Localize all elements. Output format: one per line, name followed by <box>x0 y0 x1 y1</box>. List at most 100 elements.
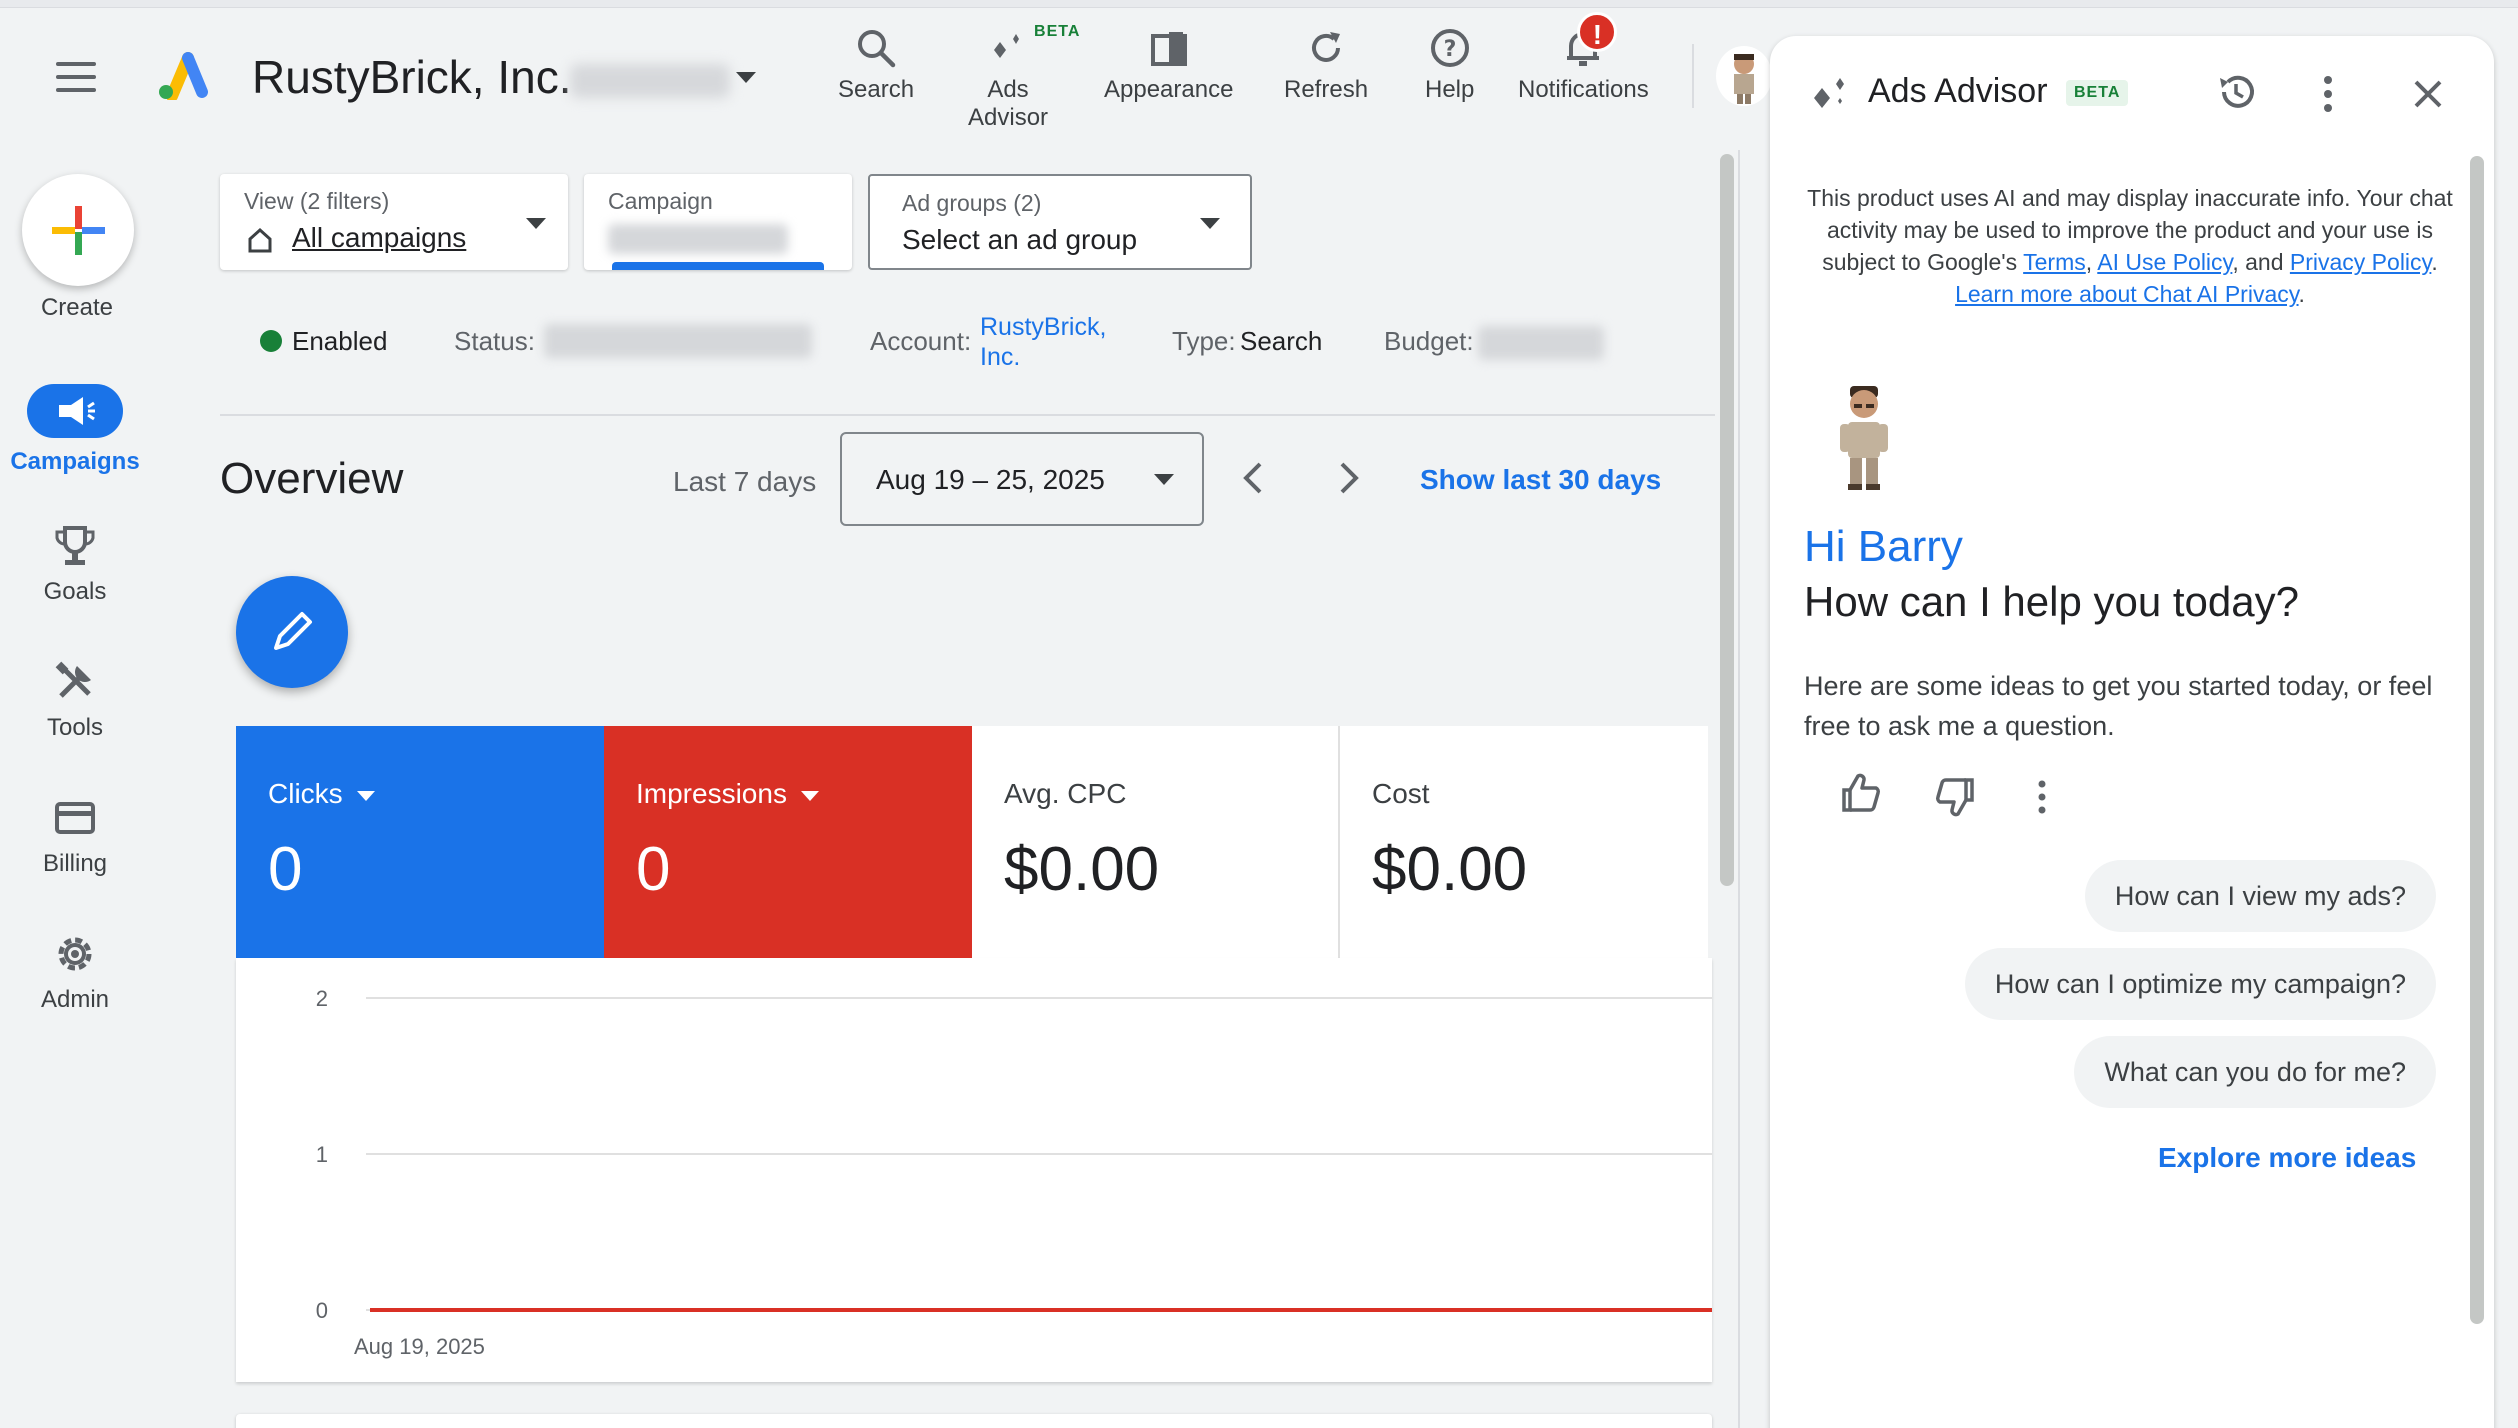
explore-more-ideas-link[interactable]: Explore more ideas <box>2158 1142 2416 1174</box>
next-card-edge <box>236 1414 1712 1428</box>
help-icon: ? <box>1430 29 1469 67</box>
user-avatar[interactable] <box>1716 46 1772 106</box>
enabled-status: Enabled <box>292 326 388 356</box>
tools-icon <box>55 661 91 698</box>
metric-clicks-label-text: Clicks <box>268 778 343 809</box>
view-filter-caret-icon <box>526 218 546 229</box>
view-filter-label: View (2 filters) <box>244 188 390 214</box>
metric-impressions-label: Impressions <box>636 778 819 810</box>
trophy-icon <box>55 526 95 565</box>
home-icon <box>248 227 272 253</box>
chart-y-tick-label: 2 <box>316 986 328 1011</box>
chart-x-tick-label: Aug 19, 2025 <box>354 1334 485 1359</box>
response-more-options-icon[interactable] <box>2032 778 2052 818</box>
thumbs-down-icon[interactable] <box>1934 776 1976 818</box>
ai-use-policy-link[interactable]: AI Use Policy <box>2097 249 2232 275</box>
ad-groups-dropdown[interactable]: Ad groups (2) Select an ad group <box>868 174 1252 270</box>
chat-ai-privacy-link[interactable]: Learn more about Chat AI Privacy <box>1955 281 2298 307</box>
refresh-icon <box>1312 32 1341 62</box>
nav-campaigns[interactable]: Campaigns <box>0 384 150 476</box>
show-last-30-days-link[interactable]: Show last 30 days <box>1420 464 1661 496</box>
more-options-icon[interactable] <box>2316 72 2340 116</box>
view-filter-dropdown[interactable]: View (2 filters) All campaigns <box>220 174 568 270</box>
type-value: Search <box>1240 326 1323 356</box>
privacy-policy-link[interactable]: Privacy Policy <box>2290 249 2431 275</box>
nav-goals[interactable]: Goals <box>0 522 150 606</box>
appearance-label: Appearance <box>1104 76 1234 103</box>
metric-cost[interactable]: Cost $0.00 <box>1340 726 1708 958</box>
appearance-icon <box>1150 32 1187 66</box>
assistant-user-avatar <box>1840 386 1888 490</box>
nav-tools-label: Tools <box>46 714 104 741</box>
nav-campaigns-pill <box>27 384 123 438</box>
header-appearance-button[interactable]: Appearance <box>1104 26 1233 104</box>
next-period-chevron-icon[interactable] <box>1334 458 1364 498</box>
ad-groups-label: Ad groups (2) <box>902 190 1042 216</box>
thumbs-up-icon[interactable] <box>1840 772 1882 814</box>
main-scrollbar-thumb[interactable] <box>1720 154 1734 886</box>
date-range-label: Last 7 days <box>673 466 817 497</box>
terms-link[interactable]: Terms <box>2023 249 2086 275</box>
account-switcher-caret-icon[interactable] <box>736 72 756 83</box>
chart-y-tick-label: 0 <box>316 1298 328 1323</box>
create-button[interactable] <box>22 174 134 286</box>
previous-period-chevron-icon[interactable] <box>1238 458 1268 498</box>
date-range-picker[interactable]: Aug 19 – 25, 2025 <box>840 432 1204 526</box>
ads-advisor-label-line1: Ads <box>987 76 1029 103</box>
metric-avg-cpc-value: $0.00 <box>1004 835 1160 904</box>
nav-tools[interactable]: Tools <box>0 658 150 742</box>
close-icon[interactable] <box>2408 74 2448 114</box>
metric-cost-value: $0.00 <box>1372 835 1528 904</box>
header-ads-advisor-button[interactable]: BETA Ads Advisor <box>968 23 1079 132</box>
header-notifications-button[interactable]: ! Notifications <box>1518 12 1649 104</box>
date-range-value: Aug 19 – 25, 2025 <box>876 464 1105 495</box>
performance-chart: 2 1 0 Aug 19, 2025 <box>316 986 1712 1359</box>
assistant-greeting: Hi Barry <box>1804 522 1963 571</box>
metric-impressions[interactable]: Impressions 0 <box>604 726 972 958</box>
nav-admin[interactable]: Admin <box>0 930 150 1014</box>
megaphone-icon <box>59 397 95 425</box>
budget-label: Budget: <box>1384 326 1474 356</box>
disclaimer-period: . <box>2431 249 2438 275</box>
suggestion-chip-what-can-you-do[interactable]: What can you do for me? <box>2074 1036 2436 1108</box>
metric-clicks[interactable]: Clicks 0 <box>236 726 604 958</box>
nav-campaigns-label: Campaigns <box>10 448 140 475</box>
history-icon[interactable] <box>2214 70 2258 114</box>
user-avatar-image <box>1734 54 1754 104</box>
header-help-button[interactable]: ? Help <box>1425 26 1474 104</box>
plus-icon <box>52 206 105 255</box>
view-filter-value: All campaigns <box>292 222 467 253</box>
ads-advisor-label-line2: Advisor <box>968 104 1049 131</box>
account-link-line1: RustyBrick, <box>980 313 1107 341</box>
nav-billing[interactable]: Billing <box>0 794 150 878</box>
header-search-button[interactable]: Search <box>838 26 914 104</box>
metric-impressions-value: 0 <box>636 835 671 904</box>
metric-avg-cpc-label: Avg. CPC <box>1004 778 1127 809</box>
edit-overview-button[interactable] <box>236 576 348 688</box>
header-refresh-button[interactable]: Refresh <box>1284 26 1368 104</box>
metric-cost-label: Cost <box>1372 778 1430 809</box>
suggestion-chip-optimize[interactable]: How can I optimize my campaign? <box>1964 948 2436 1020</box>
suggestion-chip-view-ads[interactable]: How can I view my ads? <box>2084 860 2436 932</box>
notifications-icon-wrap: ! <box>1561 12 1618 70</box>
metric-avg-cpc[interactable]: Avg. CPC $0.00 <box>972 726 1340 958</box>
ad-groups-value: Select an ad group <box>902 224 1138 255</box>
account-link[interactable]: RustyBrick, Inc. <box>980 312 1106 372</box>
main-menu-icon[interactable] <box>56 62 96 92</box>
panel-separator <box>1738 150 1740 1428</box>
pencil-icon <box>274 612 312 650</box>
account-link-line2: Inc. <box>980 343 1021 371</box>
gear-icon <box>58 937 92 971</box>
budget-value-redacted <box>1478 326 1604 360</box>
overview-title: Overview <box>220 454 404 503</box>
ads-advisor-beta-badge: BETA <box>1034 23 1081 40</box>
panel-scrollbar-thumb[interactable] <box>2470 156 2484 1324</box>
metric-clicks-value: 0 <box>268 835 303 904</box>
ai-disclaimer: This product uses AI and may display ina… <box>1798 182 2462 310</box>
assistant-intro-text: Here are some ideas to get you started t… <box>1804 671 2433 741</box>
disclaimer-comma: , <box>2085 249 2098 275</box>
campaign-filter[interactable]: Campaign <box>584 174 852 270</box>
svg-text:?: ? <box>1443 37 1456 62</box>
account-name[interactable]: RustyBrick, Inc. <box>252 50 572 104</box>
ads-advisor-sparkle-icon <box>1814 78 1844 108</box>
